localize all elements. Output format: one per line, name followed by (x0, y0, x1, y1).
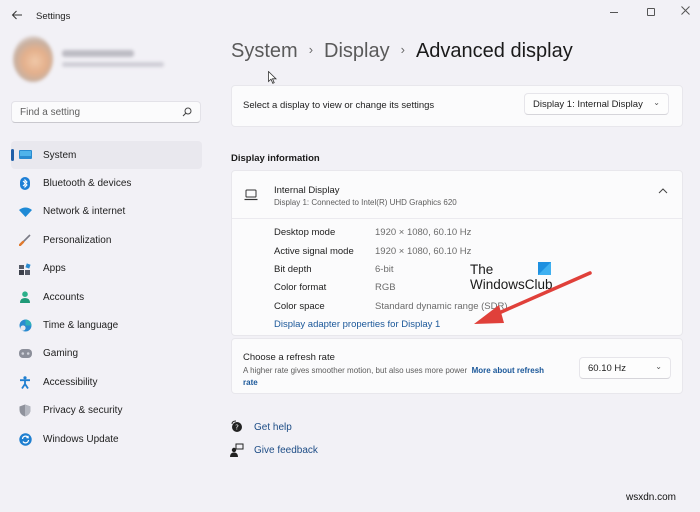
app-title: Settings (36, 11, 71, 22)
active-indicator (11, 149, 14, 161)
get-help-link[interactable]: ? Get help (230, 420, 292, 434)
avatar[interactable] (13, 36, 53, 82)
shield-icon (18, 404, 32, 418)
close-button[interactable] (671, 4, 699, 20)
sidebar-item-time-language[interactable]: Time & language (11, 311, 202, 339)
breadcrumb-separator: › (308, 42, 314, 57)
sidebar-item-system[interactable]: System (11, 141, 202, 170)
refresh-rate-title: Choose a refresh rate (243, 352, 335, 363)
breadcrumb-display[interactable]: Display (324, 40, 390, 63)
refresh-rate-card: Choose a refresh rate A higher rate give… (231, 338, 683, 394)
sidebar-item-windows-update[interactable]: Windows Update (11, 425, 202, 453)
refresh-rate-dropdown[interactable]: 60.10 Hz ⌄ (579, 357, 671, 379)
display-connection: Display 1: Connected to Intel(R) UHD Gra… (274, 198, 457, 207)
settings-window: Settings System Bluetooth & devices Netw… (0, 0, 700, 512)
maximize-button[interactable] (637, 4, 665, 20)
wifi-icon (18, 205, 32, 219)
display-select-card: Select a display to view or change its s… (231, 85, 683, 127)
back-button[interactable] (9, 9, 25, 25)
refresh-rate-description: A higher rate gives smoother motion, but… (243, 366, 545, 387)
sidebar-item-apps[interactable]: Apps (11, 255, 202, 283)
svg-text:?: ? (235, 424, 239, 432)
title-bar: Settings (0, 0, 700, 34)
breadcrumb: System › Display › Advanced display (231, 40, 573, 63)
search-input[interactable] (20, 102, 180, 122)
chevron-down-icon: ⌄ (655, 362, 662, 371)
globe-clock-icon (18, 319, 32, 333)
system-display-icon (18, 148, 32, 162)
person-icon (18, 290, 32, 304)
help-icon: ? (231, 420, 242, 432)
gamepad-icon (18, 347, 32, 361)
feedback-icon (230, 443, 244, 457)
display-info-card: Internal Display Display 1: Connected to… (231, 170, 683, 336)
windows-logo-icon (538, 262, 551, 275)
close-icon (680, 6, 690, 15)
breadcrumb-system[interactable]: System (231, 40, 298, 63)
refresh-rate-value: 60.10 Hz (588, 363, 627, 374)
display-dropdown-value: Display 1: Internal Display (533, 99, 643, 110)
sidebar-item-network[interactable]: Network & internet (11, 198, 202, 226)
minimize-button[interactable] (600, 4, 628, 20)
sidebar-item-bluetooth[interactable]: Bluetooth & devices (11, 169, 202, 197)
display-adapter-properties-link[interactable]: Display adapter properties for Display 1 (274, 319, 440, 330)
profile-name-blurred (62, 50, 134, 57)
apps-icon (18, 262, 32, 276)
accessibility-icon (18, 375, 32, 389)
back-arrow-icon (11, 10, 22, 20)
profile-email-blurred (62, 62, 164, 67)
sidebar-item-accounts[interactable]: Accounts (11, 283, 202, 311)
paintbrush-icon (18, 233, 32, 247)
sidebar-item-privacy[interactable]: Privacy & security (11, 397, 202, 425)
display-select-label: Select a display to view or change its s… (243, 100, 435, 111)
chevron-down-icon: ⌄ (653, 98, 660, 107)
display-info-header[interactable]: Internal Display Display 1: Connected to… (232, 171, 682, 219)
minimize-icon (610, 11, 618, 13)
bluetooth-icon (18, 177, 32, 191)
display-name: Internal Display (274, 185, 340, 196)
page-title: Advanced display (415, 40, 573, 62)
display-information-heading: Display information (231, 153, 320, 164)
give-feedback-link[interactable]: Give feedback (230, 443, 318, 457)
laptop-icon (244, 189, 258, 201)
display-dropdown[interactable]: Display 1: Internal Display ⌄ (524, 93, 669, 115)
update-icon (18, 432, 32, 446)
maximize-icon (647, 8, 655, 17)
search-box[interactable] (11, 101, 201, 123)
sidebar-item-gaming[interactable]: Gaming (11, 340, 202, 368)
sidebar-item-personalization[interactable]: Personalization (11, 226, 202, 254)
sidebar-nav: System Bluetooth & devices Network & int… (11, 141, 202, 453)
mouse-cursor-icon (268, 71, 277, 84)
sidebar-item-accessibility[interactable]: Accessibility (11, 368, 202, 396)
search-icon[interactable] (182, 107, 192, 117)
breadcrumb-separator: › (400, 42, 405, 57)
site-watermark: wsxdn.com (626, 492, 677, 503)
chevron-up-icon[interactable] (658, 188, 668, 194)
